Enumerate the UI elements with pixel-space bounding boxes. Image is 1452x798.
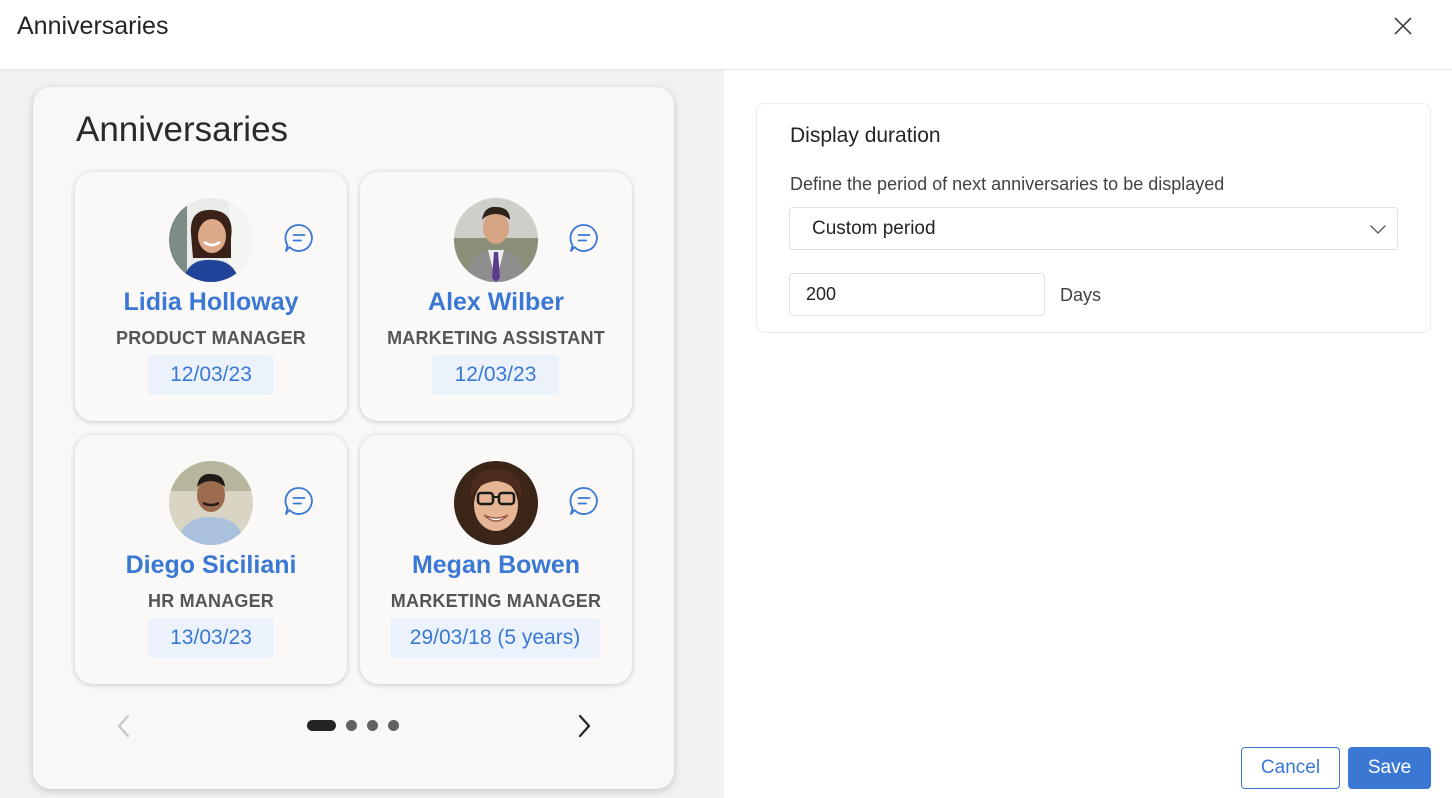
section-description: Define the period of next anniversaries … bbox=[790, 174, 1225, 194]
avatar bbox=[454, 198, 538, 282]
period-dropdown-value: Custom period bbox=[812, 218, 936, 239]
close-icon bbox=[1394, 17, 1412, 35]
person-role: MARKETING ASSISTANT bbox=[387, 328, 605, 348]
avatar bbox=[169, 198, 253, 282]
person-name[interactable]: Megan Bowen bbox=[360, 551, 632, 580]
display-duration-panel: Display duration Define the period of ne… bbox=[756, 103, 1431, 333]
carousel-dot[interactable] bbox=[367, 720, 378, 731]
person-card: Diego Siciliani HR MANAGER 13/03/23 bbox=[75, 435, 347, 684]
section-title: Display duration bbox=[790, 124, 941, 147]
days-input[interactable] bbox=[789, 273, 1045, 316]
save-button[interactable]: Save bbox=[1348, 747, 1431, 789]
anniversaries-widget: Anniversaries Lidia Holloway PRODUCT MAN… bbox=[33, 87, 674, 789]
period-dropdown[interactable]: Custom period bbox=[789, 207, 1398, 250]
chat-icon[interactable] bbox=[284, 223, 314, 253]
carousel-dot[interactable] bbox=[388, 720, 399, 731]
person-role: MARKETING MANAGER bbox=[390, 591, 602, 611]
chevron-left-icon bbox=[117, 714, 130, 738]
avatar bbox=[454, 461, 538, 545]
dialog-title: Anniversaries bbox=[17, 12, 169, 40]
person-card: Lidia Holloway PRODUCT MANAGER 12/03/23 bbox=[75, 172, 347, 421]
person-card: Megan Bowen MARKETING MANAGER 29/03/18 (… bbox=[360, 435, 632, 684]
carousel-prev-button[interactable] bbox=[113, 713, 135, 739]
chat-icon[interactable] bbox=[569, 223, 599, 253]
carousel-pagination bbox=[307, 720, 399, 731]
person-role: HR MANAGER bbox=[148, 591, 274, 611]
close-button[interactable] bbox=[1389, 12, 1417, 40]
anniversary-date: 29/03/18 (5 years) bbox=[390, 618, 600, 658]
chevron-down-icon bbox=[1370, 225, 1386, 234]
anniversary-date: 12/03/23 bbox=[432, 355, 559, 395]
carousel-dot-active[interactable] bbox=[307, 720, 336, 731]
avatar bbox=[169, 461, 253, 545]
person-name[interactable]: Lidia Holloway bbox=[75, 288, 347, 317]
days-label: Days bbox=[1060, 285, 1102, 305]
chevron-right-icon bbox=[578, 714, 591, 738]
person-name[interactable]: Diego Siciliani bbox=[75, 551, 347, 580]
person-role: PRODUCT MANAGER bbox=[116, 328, 306, 348]
chat-icon[interactable] bbox=[569, 486, 599, 516]
preview-pane: Anniversaries Lidia Holloway PRODUCT MAN… bbox=[0, 70, 724, 798]
carousel-dot[interactable] bbox=[346, 720, 357, 731]
dialog-header: Anniversaries bbox=[0, 0, 1452, 70]
anniversary-date: 12/03/23 bbox=[148, 355, 274, 395]
carousel-next-button[interactable] bbox=[573, 713, 595, 739]
anniversary-date: 13/03/23 bbox=[148, 618, 274, 658]
chat-icon[interactable] bbox=[284, 486, 314, 516]
person-name[interactable]: Alex Wilber bbox=[360, 288, 632, 317]
widget-title: Anniversaries bbox=[76, 110, 289, 149]
cancel-button[interactable]: Cancel bbox=[1241, 747, 1340, 789]
person-card: Alex Wilber MARKETING ASSISTANT 12/03/23 bbox=[360, 172, 632, 421]
